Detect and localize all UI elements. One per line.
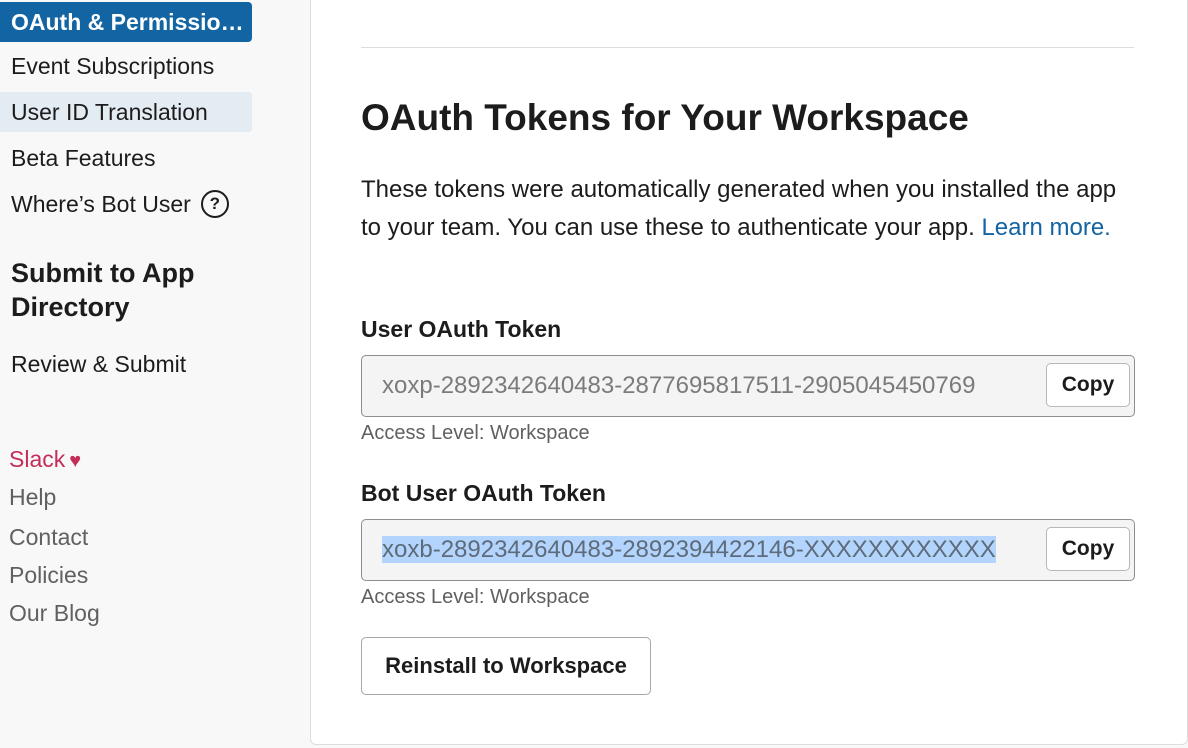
sidebar-item-review-submit[interactable]: Review & Submit bbox=[0, 344, 252, 384]
footer-contact-link[interactable]: Contact bbox=[9, 522, 88, 552]
sidebar-item-wheres-bot-user[interactable]: Where’s Bot User? bbox=[0, 184, 252, 224]
sidebar-item-event-subscriptions[interactable]: Event Subscriptions bbox=[0, 46, 252, 86]
sidebar-item-user-id-translation[interactable]: User ID Translation bbox=[0, 92, 252, 132]
sidebar-item-label: Event Subscriptions bbox=[11, 53, 215, 79]
sidebar-item-label: OAuth & Permissio… bbox=[11, 9, 244, 35]
copy-user-token-button[interactable]: Copy bbox=[1046, 363, 1130, 407]
section-heading-submit: Submit to App Directory bbox=[11, 258, 195, 322]
description: These tokens were automatically generate… bbox=[361, 171, 1136, 247]
sidebar-item-oauth-permissions[interactable]: OAuth & Permissio… bbox=[0, 2, 252, 42]
sidebar-item-label: Beta Features bbox=[11, 145, 156, 171]
footer-slack-link[interactable]: Slack ♥ bbox=[9, 444, 81, 476]
help-icon[interactable]: ? bbox=[200, 189, 229, 218]
sidebar-item-label: User ID Translation bbox=[11, 99, 208, 125]
bot-token-value: xoxb-2892342640483-2892394422146-XXXXXXX… bbox=[382, 536, 996, 563]
footer-blog-link[interactable]: Our Blog bbox=[9, 598, 100, 628]
bot-token-field[interactable]: xoxb-2892342640483-2892394422146-XXXXXXX… bbox=[361, 519, 1135, 581]
divider bbox=[361, 47, 1134, 48]
page-title: OAuth Tokens for Your Workspace bbox=[361, 97, 969, 138]
learn-more-link[interactable]: Learn more. bbox=[981, 214, 1110, 241]
user-token-access-level: Access Level: Workspace bbox=[361, 422, 590, 444]
user-token-value[interactable]: xoxp-2892342640483-2877695817511-2905045… bbox=[382, 356, 1046, 416]
sidebar-item-beta-features[interactable]: Beta Features bbox=[0, 138, 252, 178]
footer-help-link[interactable]: Help bbox=[9, 482, 56, 512]
bot-token-value-wrap[interactable]: xoxb-2892342640483-2892394422146-XXXXXXX… bbox=[382, 520, 1046, 580]
sidebar: OAuth & Permissio… Event Subscriptions U… bbox=[0, 0, 310, 748]
sidebar-item-label: Where’s Bot User bbox=[11, 191, 191, 217]
footer-slack-label: Slack bbox=[9, 446, 66, 472]
heart-icon: ♥ bbox=[69, 450, 82, 472]
reinstall-button[interactable]: Reinstall to Workspace bbox=[361, 637, 651, 695]
copy-bot-token-button[interactable]: Copy bbox=[1046, 527, 1130, 571]
user-token-label: User OAuth Token bbox=[361, 316, 562, 342]
footer-policies-link[interactable]: Policies bbox=[9, 560, 88, 590]
sidebar-item-label: Review & Submit bbox=[11, 351, 187, 377]
bot-token-access-level: Access Level: Workspace bbox=[361, 586, 590, 608]
bot-token-label: Bot User OAuth Token bbox=[361, 480, 606, 506]
user-token-field[interactable]: xoxp-2892342640483-2877695817511-2905045… bbox=[361, 355, 1135, 417]
main-panel: OAuth Tokens for Your Workspace These to… bbox=[310, 0, 1188, 745]
